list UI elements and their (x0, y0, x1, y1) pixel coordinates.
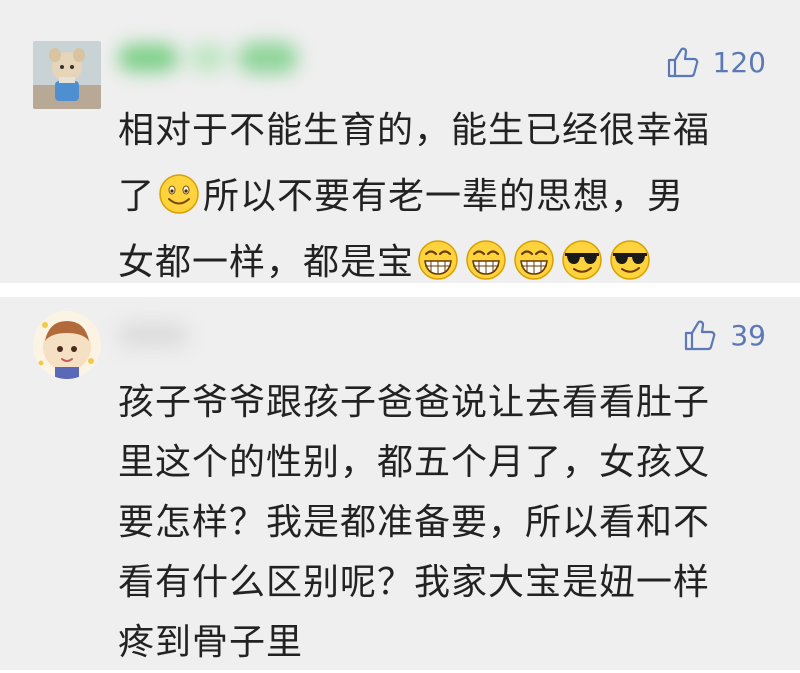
grin-emoji-icon (514, 240, 554, 280)
grin-emoji-icon (418, 240, 458, 280)
comment-card: 120 相对于不能生育的，能生已经很幸福 了 所以不要有老一辈的思想，男 女都一… (0, 0, 800, 283)
cool-emoji-icon (562, 240, 602, 280)
comment-line: 女都一样，都是宝 (118, 230, 760, 296)
comment-line-text: 所以不要有老一辈的思想，男 (203, 176, 685, 217)
avatar[interactable] (33, 41, 101, 109)
thumbs-up-icon (685, 320, 716, 351)
comment-line: 了 所以不要有老一辈的思想，男 (118, 164, 760, 230)
username-blurred[interactable] (118, 38, 308, 78)
comment-line: 里这个的性别，都五个月了，女孩又 (118, 442, 711, 483)
comment-line-text: 女都一样，都是宝 (118, 242, 415, 283)
comment-line: 相对于不能生育的，能生已经很幸福 (118, 110, 711, 151)
comment-line: 要怎样？我是都准备要，所以看和不 (118, 502, 711, 543)
cool-emoji-icon (610, 240, 650, 280)
comment-card: 39 孩子爷爷跟孩子爸爸说让去看看肚子 里这个的性别，都五个月了，女孩又 要怎样… (0, 297, 800, 670)
avatar[interactable] (33, 311, 101, 379)
smile-emoji-icon (159, 174, 199, 214)
like-button[interactable]: 39 (682, 317, 766, 353)
like-button[interactable]: 120 (665, 44, 766, 80)
comment-line: 看有什么区别呢？我家大宝是妞一样 (118, 562, 711, 603)
thumbs-up-icon (667, 47, 698, 78)
username-blurred[interactable] (118, 315, 198, 355)
comment-line: 疼到骨子里 (118, 622, 304, 663)
comment-line: 孩子爷爷跟孩子爸爸说让去看看肚子 (118, 382, 711, 423)
comment-text: 相对于不能生育的，能生已经很幸福 了 所以不要有老一辈的思想，男 女都一样，都是… (118, 98, 760, 296)
comment-text: 孩子爷爷跟孩子爸爸说让去看看肚子 里这个的性别，都五个月了，女孩又 要怎样？我是… (118, 373, 760, 673)
comment-line-prefix: 了 (118, 176, 156, 217)
like-count: 120 (712, 45, 766, 79)
grin-emoji-icon (466, 240, 506, 280)
like-count: 39 (730, 318, 766, 352)
